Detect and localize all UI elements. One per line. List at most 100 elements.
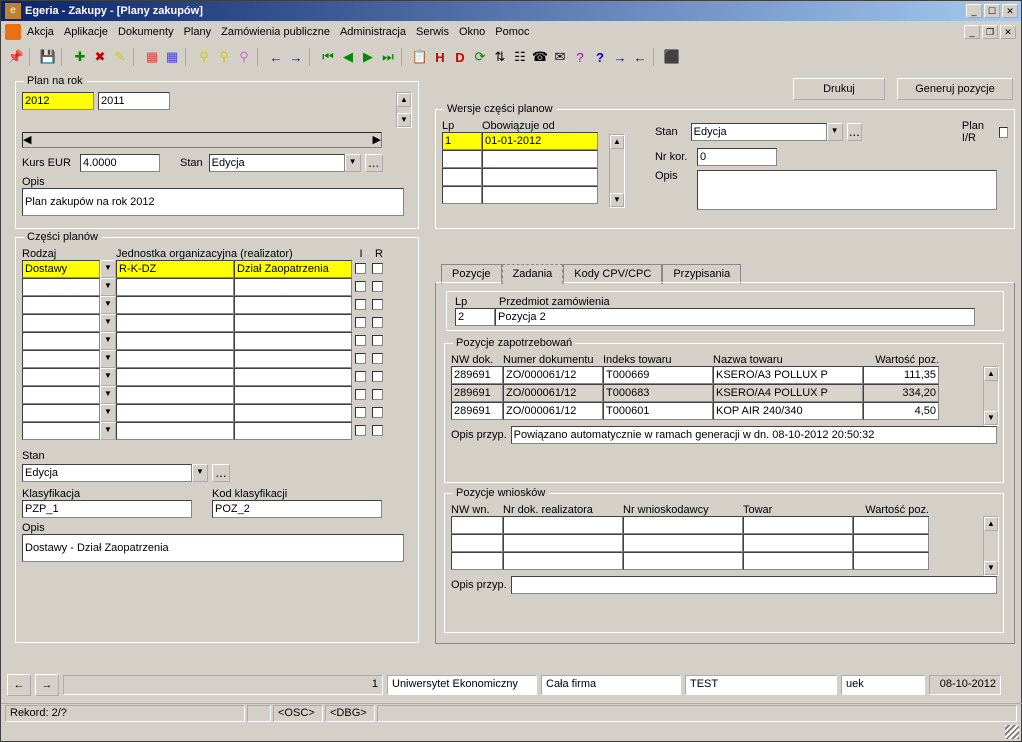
first-icon[interactable]: ⏮ <box>319 48 337 66</box>
chevron-down-icon[interactable]: ▼ <box>100 260 116 278</box>
menu-zamowienia[interactable]: Zamówienia publiczne <box>221 26 330 38</box>
ver-stan-combo[interactable]: ▼ <box>691 123 843 141</box>
tree-icon[interactable]: ☷ <box>511 48 529 66</box>
ver-stan-lookup-button[interactable]: ... <box>847 123 862 141</box>
chevron-down-icon[interactable]: ▼ <box>100 386 116 404</box>
maximize-button[interactable]: ☐ <box>984 4 1000 18</box>
sort-icon[interactable]: ⇅ <box>491 48 509 66</box>
add-icon[interactable]: ✚ <box>71 48 89 66</box>
nav-right-icon[interactable]: → <box>611 48 629 66</box>
phone-icon[interactable]: ☎ <box>531 48 549 66</box>
generate-button[interactable]: Generuj pozycje <box>897 78 1013 100</box>
edit-icon[interactable]: ✎ <box>111 48 129 66</box>
resize-gripper[interactable] <box>1005 725 1019 739</box>
mdi-minimize-button[interactable]: _ <box>964 25 980 39</box>
status-next-button[interactable]: → <box>35 674 59 696</box>
chevron-down-icon[interactable]: ▼ <box>100 278 116 296</box>
row-code-input[interactable] <box>116 260 234 278</box>
exit-icon[interactable]: ⬛ <box>663 48 681 66</box>
key2-icon[interactable]: ⚲ <box>215 48 233 66</box>
status-prev-button[interactable]: ← <box>7 674 31 696</box>
wni-opis-input[interactable] <box>511 576 997 594</box>
menu-administracja[interactable]: Administracja <box>340 26 406 38</box>
menu-akcja[interactable]: Akcja <box>27 26 54 38</box>
chevron-down-icon[interactable]: ▼ <box>100 314 116 332</box>
nrkor-input[interactable] <box>697 148 777 166</box>
mail-icon[interactable]: ✉ <box>551 48 569 66</box>
version-lp-input[interactable] <box>442 132 482 150</box>
prev-icon[interactable]: ◀ <box>339 48 357 66</box>
chevron-down-icon[interactable]: ▼ <box>100 296 116 314</box>
row-rodzaj-combo[interactable]: ▼ <box>22 386 116 404</box>
H-icon[interactable]: H <box>431 48 449 66</box>
table-row[interactable] <box>451 552 997 570</box>
arrow-right-icon[interactable]: → <box>287 48 305 66</box>
planir-checkbox[interactable] <box>999 127 1009 138</box>
row-rodzaj-combo[interactable]: ▼ <box>22 404 116 422</box>
tab-pozycje[interactable]: Pozycje <box>441 264 502 284</box>
refresh-icon[interactable]: ⟳ <box>471 48 489 66</box>
zap-scroll-down[interactable]: ▼ <box>984 411 998 425</box>
year-scroll-down[interactable]: ▼ <box>397 113 411 127</box>
row-rodzaj-combo[interactable]: ▼ <box>22 278 116 296</box>
table-row[interactable] <box>451 516 997 534</box>
row-rodzaj-combo[interactable]: ▼ <box>22 314 116 332</box>
year-from-input[interactable] <box>22 92 94 110</box>
arrow-left-icon[interactable]: ← <box>267 48 285 66</box>
grid1-icon[interactable]: ▦ <box>143 48 161 66</box>
row-rodzaj-combo[interactable]: ▼ <box>22 368 116 386</box>
row-rodzaj-combo[interactable]: ▼ <box>22 260 116 278</box>
version-date-input[interactable] <box>482 132 598 150</box>
version-scroll-up[interactable]: ▲ <box>610 135 624 149</box>
chevron-down-icon[interactable]: ▼ <box>100 350 116 368</box>
row-i-checkbox[interactable] <box>355 263 366 274</box>
zap-scroll-up[interactable]: ▲ <box>984 367 998 381</box>
wni-scroll-up[interactable]: ▲ <box>984 517 998 531</box>
wni-scroll-down[interactable]: ▼ <box>984 561 998 575</box>
chevron-down-icon[interactable]: ▼ <box>345 154 361 172</box>
row-r-checkbox[interactable] <box>372 263 383 274</box>
table-row[interactable] <box>451 402 997 420</box>
kodklas-input[interactable] <box>212 500 382 518</box>
delete-icon[interactable]: ✖ <box>91 48 109 66</box>
przedmiot-input[interactable] <box>495 308 975 326</box>
row-rodzaj-combo[interactable]: ▼ <box>22 332 116 350</box>
mdi-close-button[interactable]: ✕ <box>1000 25 1016 39</box>
row-rodzaj-combo[interactable]: ▼ <box>22 296 116 314</box>
minimize-button[interactable]: _ <box>966 4 982 18</box>
D-icon[interactable]: D <box>451 48 469 66</box>
version-scroll-down[interactable]: ▼ <box>610 193 624 207</box>
nav-left-icon[interactable]: ← <box>631 48 649 66</box>
parts-stan-lookup-button[interactable]: ... <box>212 464 230 482</box>
key3-icon[interactable]: ⚲ <box>235 48 253 66</box>
chevron-down-icon[interactable]: ▼ <box>100 332 116 350</box>
save-icon[interactable]: 💾 <box>39 48 57 66</box>
table-row[interactable] <box>451 366 997 384</box>
mdi-restore-button[interactable]: ❐ <box>982 25 998 39</box>
clipboard-icon[interactable]: 📋 <box>411 48 429 66</box>
chevron-down-icon[interactable]: ▼ <box>100 404 116 422</box>
menu-plany[interactable]: Plany <box>184 26 212 38</box>
help1-icon[interactable]: ? <box>571 48 589 66</box>
grid2-icon[interactable]: ▦ <box>163 48 181 66</box>
key1-icon[interactable]: ⚲ <box>195 48 213 66</box>
plan-opis-input[interactable] <box>22 188 404 216</box>
pin-icon[interactable]: 📌 <box>7 48 25 66</box>
menu-dokumenty[interactable]: Dokumenty <box>118 26 174 38</box>
chevron-down-icon[interactable]: ▼ <box>192 464 208 482</box>
klas-input[interactable] <box>22 500 192 518</box>
chevron-down-icon[interactable]: ▼ <box>100 368 116 386</box>
print-button[interactable]: Drukuj <box>793 78 885 100</box>
tab-zadania[interactable]: Zadania <box>502 264 564 284</box>
menu-aplikacje[interactable]: Aplikacje <box>64 26 108 38</box>
year-scroll-up[interactable]: ▲ <box>397 93 411 107</box>
next-icon[interactable]: ▶ <box>359 48 377 66</box>
lp-input[interactable] <box>455 308 495 326</box>
tab-kody[interactable]: Kody CPV/CPC <box>563 264 662 284</box>
parts-opis-input[interactable] <box>22 534 404 562</box>
plan-stan-combo[interactable]: ▼ <box>209 154 361 172</box>
chevron-down-icon[interactable]: ▼ <box>100 422 116 440</box>
row-rodzaj-combo[interactable]: ▼ <box>22 422 116 440</box>
table-row[interactable] <box>451 534 997 552</box>
menu-okno[interactable]: Okno <box>459 26 485 38</box>
